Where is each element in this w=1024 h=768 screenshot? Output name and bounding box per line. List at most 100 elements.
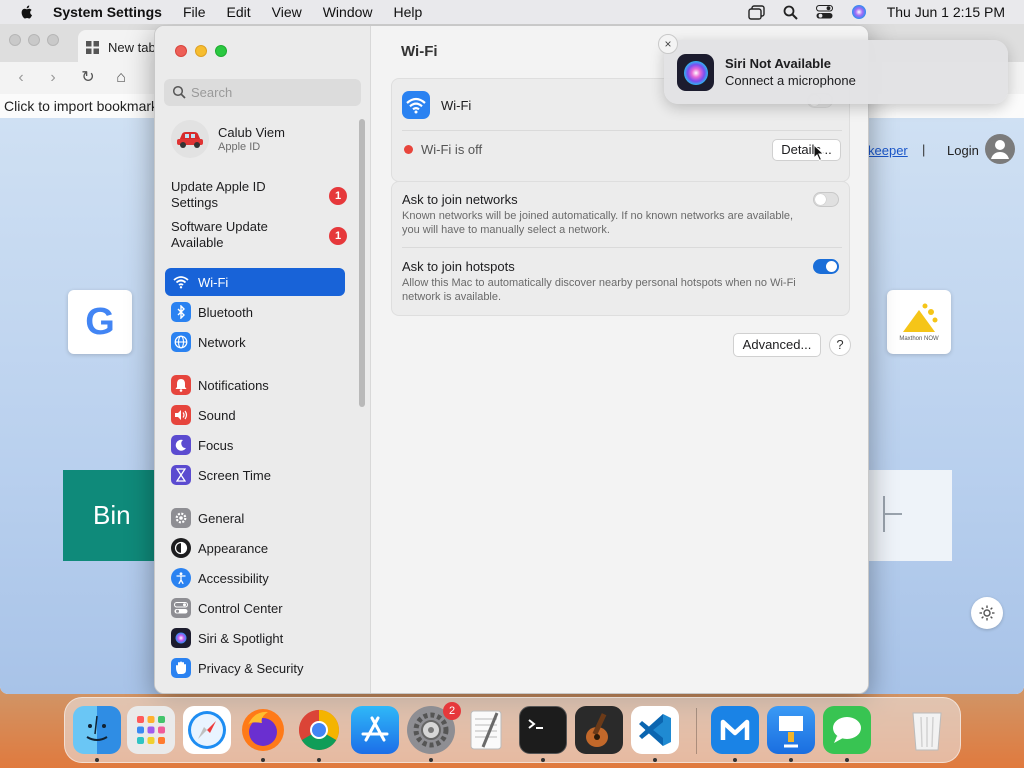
launchpad-icon[interactable] <box>127 706 175 754</box>
terminal-icon[interactable] <box>519 706 567 754</box>
menubar-clock[interactable]: Thu Jun 1 2:15 PM <box>887 4 1005 20</box>
firefox-icon[interactable] <box>239 706 287 754</box>
hourglass-icon <box>171 465 191 485</box>
brightness-icon[interactable] <box>971 597 1003 629</box>
search-input[interactable] <box>191 85 351 100</box>
advanced-button[interactable]: Advanced... <box>733 333 821 357</box>
speaker-icon <box>171 405 191 425</box>
google-icon: G <box>85 301 115 343</box>
import-bookmarks-hint[interactable]: Click to import bookmarks <box>4 98 165 114</box>
sidebar-item-control-center[interactable]: Control Center <box>165 594 345 622</box>
ask-join-hotspots-toggle[interactable] <box>813 259 839 274</box>
bluetooth-icon <box>171 302 191 322</box>
close-window-button[interactable] <box>175 45 187 57</box>
safari-icon[interactable] <box>183 706 231 754</box>
hand-icon <box>171 658 191 678</box>
browser-close-button[interactable] <box>9 34 21 46</box>
sidebar-item-label: Sound <box>198 407 236 423</box>
keynote-icon[interactable] <box>767 706 815 754</box>
sidebar-item-siri-spotlight[interactable]: Siri & Spotlight <box>165 624 345 652</box>
sidebar-item-network[interactable]: Network <box>165 328 345 356</box>
sidebar-item-appearance[interactable]: Appearance <box>165 534 345 562</box>
browser-zoom-button[interactable] <box>47 34 59 46</box>
sidebar-item-label: Focus <box>198 437 234 453</box>
siri-icon <box>677 54 714 91</box>
divider <box>402 130 842 131</box>
minimize-window-button[interactable] <box>195 45 207 57</box>
siri-icon[interactable] <box>849 2 869 22</box>
finder-icon[interactable] <box>73 706 121 754</box>
menu-view[interactable]: View <box>272 4 302 20</box>
sidebar-item-notifications[interactable]: Notifications <box>165 371 345 399</box>
home-icon[interactable]: ⌂ <box>111 68 131 88</box>
sidebar-item-bluetooth[interactable]: Bluetooth <box>165 298 345 326</box>
garageband-icon[interactable] <box>575 706 623 754</box>
bing-shortcut-tile[interactable]: Bin <box>63 470 163 561</box>
wifi-status-text: Wi-Fi is off <box>421 142 483 157</box>
menu-edit[interactable]: Edit <box>227 4 251 20</box>
search-icon <box>172 85 186 99</box>
login-separator: | <box>922 142 926 157</box>
menu-bar: System Settings File Edit View Window He… <box>0 0 1024 24</box>
wifi-label: Wi-Fi <box>441 97 472 113</box>
vscode-icon[interactable] <box>631 706 679 754</box>
profile-name: Calub Viem <box>218 125 285 140</box>
settings-search-box[interactable] <box>164 79 361 106</box>
back-icon[interactable]: ‹ <box>11 68 31 88</box>
app-name-menu[interactable]: System Settings <box>53 4 162 20</box>
settings-sidebar: Calub Viem Apple ID Update Apple ID Sett… <box>155 26 371 693</box>
dock-separator <box>696 708 697 754</box>
forward-icon[interactable]: › <box>43 68 63 88</box>
sidebar-scrollbar[interactable] <box>359 119 365 407</box>
system-settings-icon[interactable]: 2 <box>407 702 461 754</box>
bell-icon <box>171 375 191 395</box>
app-store-icon[interactable] <box>351 706 399 754</box>
sidebar-item-label: Privacy & Security <box>198 660 304 676</box>
notification-close-button[interactable]: × <box>658 34 678 54</box>
sidebar-item-label: Siri & Spotlight <box>198 630 284 646</box>
textedit-icon[interactable] <box>463 706 511 754</box>
google-shortcut-tile[interactable]: G <box>68 290 132 354</box>
reload-icon[interactable]: ↻ <box>78 68 98 88</box>
sidebar-item-sound[interactable]: Sound <box>165 401 345 429</box>
status-indicator-dot <box>404 145 413 154</box>
maxthon-now-tile[interactable]: Maxthon NOW <box>887 290 951 354</box>
sidebar-item-general[interactable]: General <box>165 504 345 532</box>
user-avatar-icon[interactable] <box>985 134 1015 164</box>
update-apple-id-row[interactable]: Update Apple ID Settings 1 <box>171 179 351 213</box>
apple-id-profile[interactable]: Calub Viem Apple ID <box>171 119 285 159</box>
avatar <box>171 120 209 158</box>
menu-help[interactable]: Help <box>394 4 423 20</box>
search-icon[interactable] <box>781 2 801 22</box>
menu-window[interactable]: Window <box>323 4 373 20</box>
messages-icon[interactable] <box>823 706 871 754</box>
divider <box>402 247 842 248</box>
login-link[interactable]: Login <box>947 143 979 158</box>
help-button[interactable]: ? <box>829 334 851 356</box>
sidebar-item-label: Wi-Fi <box>198 274 229 290</box>
sidebar-item-wifi[interactable]: Wi-Fi <box>165 268 345 296</box>
apple-icon[interactable] <box>19 4 35 20</box>
sidebar-item-accessibility[interactable]: Accessibility <box>165 564 345 592</box>
zoom-window-button[interactable] <box>215 45 227 57</box>
sidebar-item-focus[interactable]: Focus <box>165 431 345 459</box>
maxthon-now-icon <box>903 303 938 332</box>
window-stack-icon[interactable] <box>747 2 767 22</box>
browser-minimize-button[interactable] <box>28 34 40 46</box>
chrome-icon[interactable] <box>295 706 343 754</box>
keeper-link[interactable]: keeper <box>868 143 908 158</box>
dock-badge: 2 <box>443 702 461 720</box>
moon-icon <box>171 435 191 455</box>
sidebar-item-privacy-security[interactable]: Privacy & Security <box>165 654 345 682</box>
software-update-row[interactable]: Software Update Available 1 <box>171 219 351 253</box>
maxthon-icon[interactable] <box>711 706 759 754</box>
control-center-icon[interactable] <box>815 2 835 22</box>
menu-file[interactable]: File <box>183 4 206 20</box>
sidebar-item-screen-time[interactable]: Screen Time <box>165 461 345 489</box>
notification-badge: 1 <box>329 227 347 245</box>
siri-notification[interactable]: × Siri Not Available Connect a microphon… <box>658 34 1008 104</box>
details-button[interactable]: Details... <box>772 139 841 161</box>
ask-join-networks-toggle[interactable] <box>813 192 839 207</box>
trash-icon[interactable] <box>903 706 951 754</box>
add-shortcut-tile[interactable] <box>868 470 952 561</box>
